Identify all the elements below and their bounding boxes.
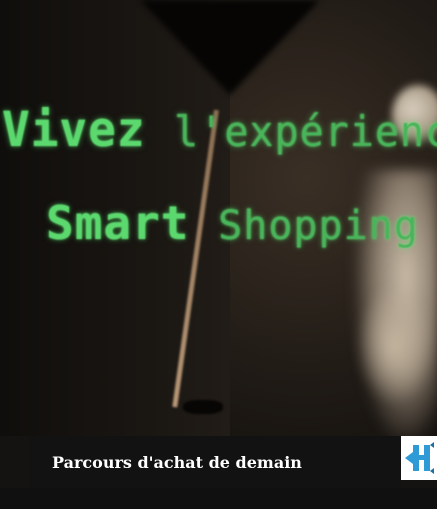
figure-arm bbox=[355, 285, 435, 405]
brand-logo[interactable] bbox=[401, 436, 437, 480]
article-title[interactable]: Parcours d'achat de demain bbox=[52, 453, 302, 472]
bottom-strip bbox=[0, 488, 437, 509]
brand-logo-icon bbox=[405, 442, 434, 474]
led-text-line-1: Vivez l'expérience bbox=[2, 101, 437, 158]
ceiling-shape bbox=[140, 0, 320, 95]
led-text-smart: Smart bbox=[46, 196, 219, 250]
article-card[interactable]: Vivez l'expérience Smart Shopping Parcou… bbox=[0, 0, 437, 509]
led-text-experience: l'expérience bbox=[174, 108, 437, 157]
led-text-line-2: Smart Shopping bbox=[46, 196, 419, 250]
caption-bar[interactable]: Parcours d'achat de demain bbox=[29, 436, 401, 488]
pole-tip bbox=[183, 400, 223, 414]
led-text-vivez: Vivez bbox=[2, 100, 175, 158]
led-text-shopping: Shopping bbox=[218, 203, 419, 249]
